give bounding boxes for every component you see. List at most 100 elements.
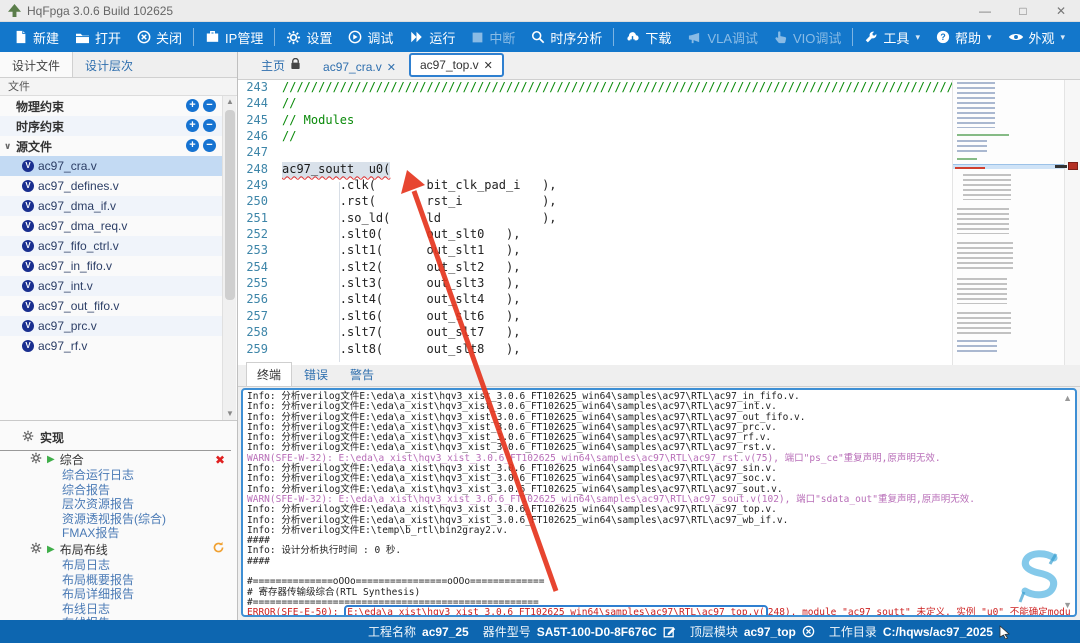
close-tab-icon[interactable]: ✕ [484,59,493,72]
flow-report-link[interactable]: 综合运行日志 [0,468,237,483]
timing-analysis-button[interactable]: 时序分析 [523,22,610,52]
file-item[interactable]: Vac97_fifo_ctrl.v [0,236,222,256]
file-item[interactable]: Vac97_int.v [0,276,222,296]
new-button[interactable]: 新建 [6,22,67,52]
flow-group-布局布线[interactable]: ▶布局布线 [0,541,237,558]
console-scroll-down-icon[interactable]: ▼ [1063,600,1072,610]
minimize-button[interactable]: — [966,0,1004,22]
appearance-button[interactable]: 外观▾ [1000,22,1074,52]
sidebar-tab-design-files[interactable]: 设计文件 [0,52,73,77]
scroll-down-icon[interactable]: ▼ [223,408,237,420]
tree-category[interactable]: 物理约束+− [0,96,222,116]
maximize-button[interactable]: □ [1004,0,1042,22]
toolbar-separator [274,28,275,46]
close-tab-icon[interactable]: ✕ [387,61,396,74]
console-line: #### [247,557,1071,567]
close-button[interactable]: 关闭 [129,22,190,52]
remove-file-button[interactable]: − [203,119,216,132]
sidebar-tab-design-hierarchy[interactable]: 设计层次 [73,52,145,77]
error-marker[interactable] [1068,162,1078,170]
console-scroll-up-icon[interactable]: ▲ [1063,393,1072,403]
flow-report-link[interactable]: 布局日志 [0,558,237,573]
console-tab-errors[interactable]: 错误 [294,363,338,386]
error-path-box[interactable]: E:\eda\a_xist\hqv3_xist_3.0.6_FT102625_w… [344,605,768,617]
run-button[interactable]: 运行 [401,22,463,52]
code-text: .slt7( out_slt7 ), [282,325,520,341]
tree-category[interactable]: ∨源文件+− [0,136,222,156]
file-item[interactable]: Vac97_rf.v [0,336,222,356]
flow-report-link[interactable]: 布局概要报告 [0,573,237,588]
file-name: ac97_fifo_ctrl.v [38,239,119,253]
open-button[interactable]: 打开 [67,22,129,52]
ip-manage-button[interactable]: IP管理 [197,22,271,52]
minimap[interactable] [952,80,1064,365]
file-name: ac97_rf.v [38,339,87,353]
settings-button[interactable]: 设置 [278,22,340,52]
edit-device-icon[interactable] [663,625,676,638]
file-name: ac97_int.v [38,279,93,293]
file-item[interactable]: Vac97_defines.v [0,176,222,196]
line-number: 243 [238,80,282,96]
file-tree-scrollbar[interactable]: ▲ ▼ [222,96,236,420]
flow-report-link[interactable]: 布局详细报告 [0,587,237,602]
file-item[interactable]: Vac97_out_fifo.v [0,296,222,316]
help-icon: ? [936,30,950,44]
sidebar: 设计文件设计层次 文件 物理约束+−时序约束+−∨源文件+−Vac97_cra.… [0,52,238,620]
code-text: .rst( rst_i ), [282,194,557,210]
add-file-button[interactable]: + [186,119,199,132]
console-line: ERROR(SFE-E-50): E:\eda\a_xist\hqv3_xist… [247,608,1071,617]
scrollbar-thumb[interactable] [225,110,235,300]
workdir-label: 工作目录 [829,623,877,640]
file-item[interactable]: Vac97_dma_req.v [0,216,222,236]
open-label: 打开 [95,28,121,47]
file-item[interactable]: Vac97_cra.v [0,156,222,176]
ip-manage-label: IP管理 [225,28,263,47]
code-line: 248ac97_soutt u0( [238,162,952,178]
line-number: 251 [238,211,282,227]
flow-report-link[interactable]: 布线日志 [0,602,237,617]
console-output[interactable]: Info: 分析verilog文件E:\eda\a_xist\hqv3_xist… [241,388,1077,617]
line-number: 259 [238,342,282,358]
settings-label: 设置 [306,28,332,47]
verilog-file-icon: V [22,240,34,252]
play-icon: ▶ [47,544,55,555]
editor-scrollbar[interactable] [1064,80,1080,365]
add-file-button[interactable]: + [186,99,199,112]
sidebar-tabs: 设计文件设计层次 [0,52,237,78]
editor-tab-ac97_top[interactable]: ac97_top.v ✕ [409,53,504,77]
download-button[interactable]: 下载 [617,22,679,52]
scroll-up-icon[interactable]: ▲ [223,96,237,108]
tools-button[interactable]: 工具▾ [856,22,928,52]
editor-tab-ac97_cra[interactable]: ac97_cra.v✕ [314,57,405,77]
editor-tab-home[interactable]: 主页 [252,54,310,77]
chevron-icon: ∨ [4,141,16,152]
flow-report-link[interactable]: 层次资源报告 [0,497,237,512]
close-button[interactable]: ✕ [1042,0,1080,22]
flow-report-link[interactable]: 资源透视报告(综合) [0,512,237,527]
debug-icon [348,30,362,44]
project-name: ac97_25 [422,625,469,639]
file-item[interactable]: Vac97_prc.v [0,316,222,336]
line-number: 252 [238,227,282,243]
flow-report-link[interactable]: FMAX报告 [0,526,237,541]
console-tab-warnings[interactable]: 警告 [340,363,384,386]
tree-category[interactable]: 时序约束+− [0,116,222,136]
remove-file-button[interactable]: − [203,139,216,152]
flow-group-综合[interactable]: ▶综合✖ [0,451,237,468]
verilog-file-icon: V [22,280,34,292]
code-line: 256 .slt4( out_slt4 ), [238,292,952,308]
code-area[interactable]: 243/////////////////////////////////////… [238,80,952,365]
console-tab-terminal[interactable]: 终端 [246,362,292,386]
tools-icon [864,30,878,44]
file-item[interactable]: Vac97_in_fifo.v [0,256,222,276]
top-module-icon[interactable] [802,625,815,638]
editor-tab-label: ac97_top.v [420,58,479,72]
add-file-button[interactable]: + [186,139,199,152]
flow-report-link[interactable]: 综合报告 [0,483,237,498]
help-button[interactable]: ?帮助▾ [928,22,1000,52]
file-item[interactable]: Vac97_dma_if.v [0,196,222,216]
vla-debug-label: VLA调试 [707,28,758,47]
remove-file-button[interactable]: − [203,99,216,112]
vio-debug-label: VIO调试 [793,28,841,47]
debug-button[interactable]: 调试 [340,22,401,52]
